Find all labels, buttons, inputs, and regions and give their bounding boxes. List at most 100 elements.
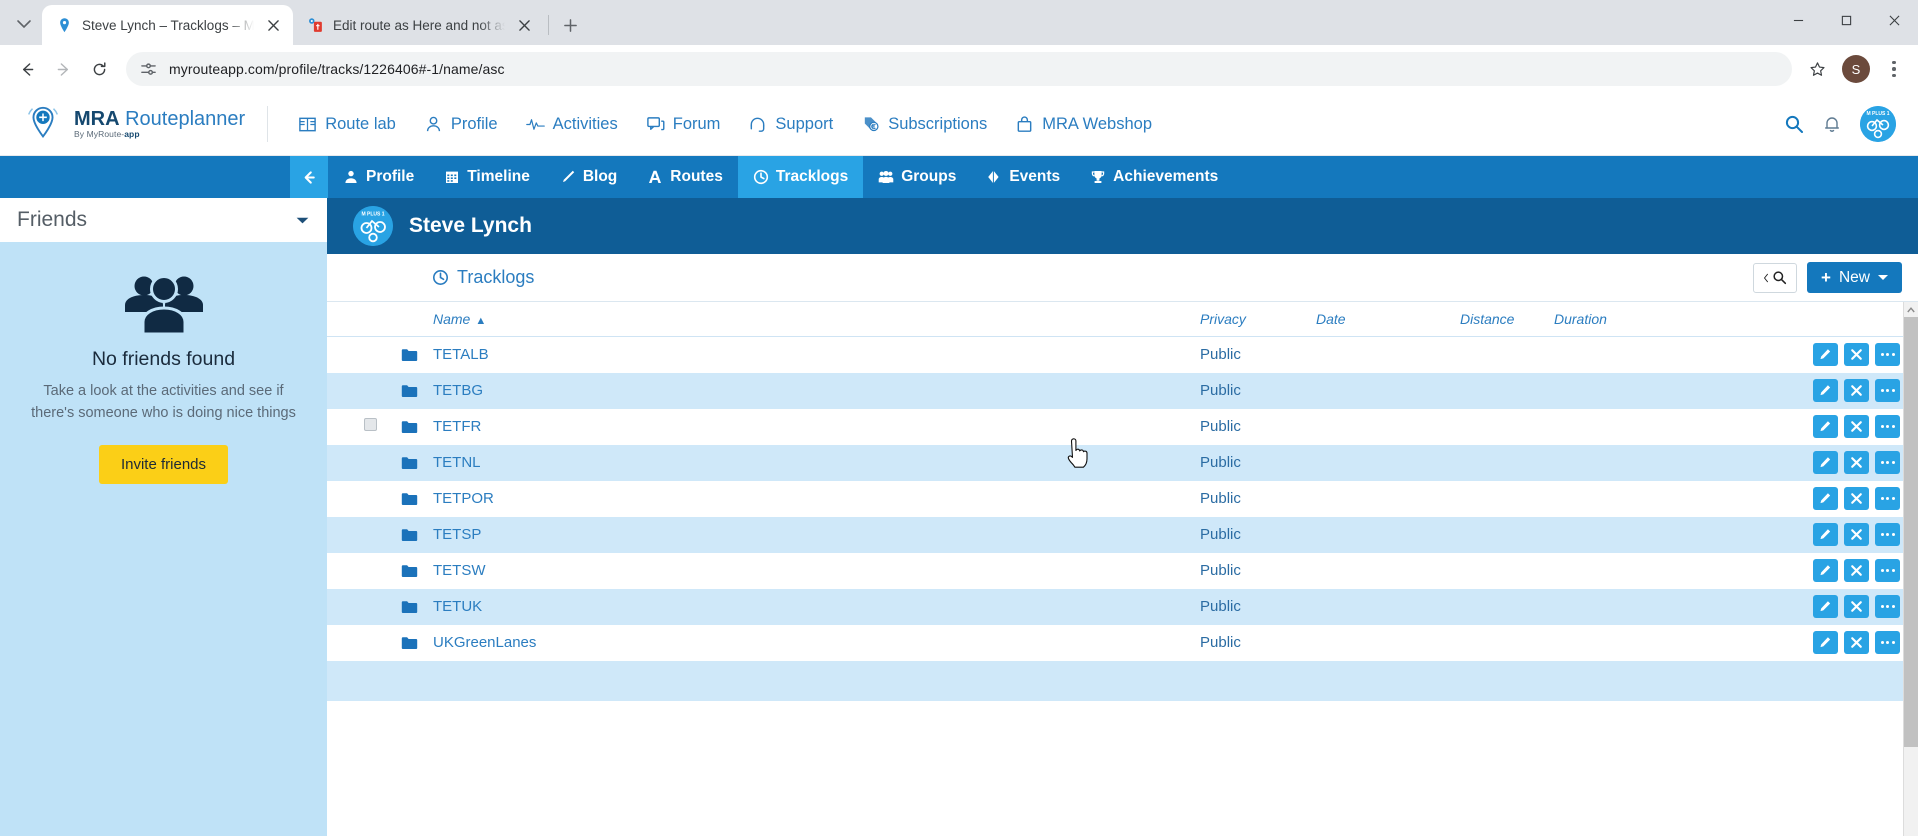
reload-button[interactable] bbox=[82, 52, 116, 86]
delete-row-button[interactable] bbox=[1844, 487, 1869, 510]
nav-item-activities[interactable]: Activities bbox=[512, 115, 632, 134]
bell-icon[interactable] bbox=[1822, 114, 1842, 134]
column-header-distance[interactable]: Distance bbox=[1460, 302, 1554, 337]
tracklog-name-link[interactable]: TETPOR bbox=[433, 490, 494, 507]
row-name-cell[interactable]: TETFR bbox=[433, 409, 1200, 445]
tracklog-name-link[interactable]: TETSW bbox=[433, 562, 486, 579]
sidebar-collapse-button[interactable] bbox=[290, 156, 328, 198]
nav-item-support[interactable]: Support bbox=[734, 115, 847, 134]
subnav-tab-profile[interactable]: Profile bbox=[328, 156, 429, 198]
row-name-cell[interactable]: TETNL bbox=[433, 445, 1200, 481]
row-name-cell[interactable]: TETUK bbox=[433, 589, 1200, 625]
tracklog-name-link[interactable]: TETUK bbox=[433, 598, 482, 615]
row-checkbox[interactable] bbox=[364, 418, 377, 431]
edit-row-button[interactable] bbox=[1813, 415, 1838, 438]
delete-row-button[interactable] bbox=[1844, 559, 1869, 582]
browser-tab-active[interactable]: Steve Lynch – Tracklogs – MyRo bbox=[42, 5, 293, 45]
more-actions-button[interactable] bbox=[1875, 451, 1900, 474]
tab-search-button[interactable] bbox=[6, 7, 42, 41]
more-actions-button[interactable] bbox=[1875, 343, 1900, 367]
scroll-up-button[interactable] bbox=[1904, 302, 1918, 317]
delete-row-button[interactable] bbox=[1844, 415, 1869, 438]
more-actions-button[interactable] bbox=[1875, 523, 1900, 546]
edit-row-button[interactable] bbox=[1813, 595, 1838, 618]
tracklog-name-link[interactable]: TETFR bbox=[433, 418, 481, 435]
edit-row-button[interactable] bbox=[1813, 523, 1838, 546]
row-name-cell[interactable]: TETALB bbox=[433, 337, 1200, 373]
maximize-button[interactable] bbox=[1822, 0, 1870, 40]
subnav-tab-tracklogs[interactable]: Tracklogs bbox=[737, 156, 864, 198]
edit-row-button[interactable] bbox=[1813, 487, 1838, 510]
edit-row-button[interactable] bbox=[1813, 451, 1838, 474]
user-avatar[interactable]: M PLUS 1 bbox=[1860, 106, 1896, 142]
close-icon[interactable] bbox=[263, 15, 283, 35]
table-row[interactable]: TETUK Public bbox=[327, 588, 1918, 625]
close-window-button[interactable] bbox=[1870, 0, 1918, 40]
more-actions-button[interactable] bbox=[1875, 631, 1900, 654]
tracklog-name-link[interactable]: UKGreenLanes bbox=[433, 634, 536, 651]
subnav-tab-groups[interactable]: Groups bbox=[863, 156, 971, 198]
row-checkbox-cell[interactable] bbox=[327, 481, 401, 517]
nav-item-profile[interactable]: Profile bbox=[410, 115, 512, 134]
browser-menu-button[interactable] bbox=[1880, 54, 1908, 84]
row-name-cell[interactable]: UKGreenLanes bbox=[433, 625, 1200, 661]
nav-item-subscriptions[interactable]: Subscriptions bbox=[847, 115, 1001, 134]
vertical-scrollbar[interactable] bbox=[1903, 302, 1918, 836]
more-actions-button[interactable] bbox=[1875, 415, 1900, 438]
site-logo[interactable]: MRA Routeplanner By MyRoute-app bbox=[22, 103, 245, 145]
delete-row-button[interactable] bbox=[1844, 523, 1869, 546]
edit-row-button[interactable] bbox=[1813, 631, 1838, 654]
delete-row-button[interactable] bbox=[1844, 451, 1869, 474]
subnav-tab-achievements[interactable]: Achievements bbox=[1075, 156, 1233, 198]
nav-item-mra-webshop[interactable]: MRA Webshop bbox=[1001, 115, 1166, 134]
column-header-date[interactable]: Date bbox=[1316, 302, 1460, 337]
edit-row-button[interactable] bbox=[1813, 379, 1838, 402]
nav-item-forum[interactable]: Forum bbox=[632, 115, 735, 134]
browser-profile-avatar[interactable]: S bbox=[1842, 55, 1870, 83]
subnav-tab-routes[interactable]: Routes bbox=[632, 156, 738, 198]
back-button[interactable] bbox=[10, 52, 44, 86]
search-toggle-button[interactable] bbox=[1753, 262, 1798, 293]
invite-friends-button[interactable]: Invite friends bbox=[98, 444, 229, 484]
more-actions-button[interactable] bbox=[1875, 595, 1900, 618]
forward-button[interactable] bbox=[46, 52, 80, 86]
scrollbar-thumb[interactable] bbox=[1904, 317, 1918, 747]
tracklog-name-link[interactable]: TETBG bbox=[433, 382, 483, 399]
more-actions-button[interactable] bbox=[1875, 487, 1900, 510]
site-settings-icon[interactable] bbox=[140, 61, 157, 78]
tracklog-name-link[interactable]: TETNL bbox=[433, 454, 481, 471]
row-name-cell[interactable]: TETBG bbox=[433, 373, 1200, 409]
column-header-duration[interactable]: Duration bbox=[1554, 302, 1790, 337]
subnav-tab-timeline[interactable]: Timeline bbox=[429, 156, 545, 198]
browser-tab-2[interactable]: Edit route as Here and not as To bbox=[293, 5, 544, 45]
new-tab-button[interactable] bbox=[555, 10, 585, 40]
subnav-tab-events[interactable]: Events bbox=[971, 156, 1075, 198]
table-row[interactable]: TETPOR Public bbox=[327, 480, 1918, 517]
tracklog-name-link[interactable]: TETSP bbox=[433, 526, 481, 543]
table-row[interactable]: TETSP Public bbox=[327, 516, 1918, 553]
row-name-cell[interactable]: TETSP bbox=[433, 517, 1200, 553]
close-icon[interactable] bbox=[514, 15, 534, 35]
column-header-privacy[interactable]: Privacy bbox=[1200, 302, 1316, 337]
delete-row-button[interactable] bbox=[1844, 631, 1869, 654]
minimize-button[interactable] bbox=[1774, 0, 1822, 40]
table-row[interactable]: TETBG Public bbox=[327, 372, 1918, 409]
table-row[interactable]: TETALB Public bbox=[327, 336, 1918, 373]
table-row[interactable]: TETNL Public bbox=[327, 444, 1918, 481]
row-checkbox-cell[interactable] bbox=[327, 337, 401, 373]
nav-item-route-lab[interactable]: Route lab bbox=[284, 115, 410, 134]
new-button[interactable]: + New bbox=[1807, 262, 1902, 293]
subnav-tab-blog[interactable]: Blog bbox=[545, 156, 632, 198]
delete-row-button[interactable] bbox=[1844, 343, 1869, 367]
tracklog-name-link[interactable]: TETALB bbox=[433, 346, 489, 363]
table-row[interactable]: TETSW Public bbox=[327, 552, 1918, 589]
row-checkbox-cell[interactable] bbox=[327, 625, 401, 661]
row-checkbox-cell[interactable] bbox=[327, 553, 401, 589]
column-header-name[interactable]: Name ▲ bbox=[433, 302, 1200, 337]
row-checkbox-cell[interactable] bbox=[327, 445, 401, 481]
delete-row-button[interactable] bbox=[1844, 379, 1869, 402]
table-row[interactable]: TETFR Public bbox=[327, 408, 1918, 445]
more-actions-button[interactable] bbox=[1875, 379, 1900, 402]
row-checkbox-cell[interactable] bbox=[327, 373, 401, 409]
more-actions-button[interactable] bbox=[1875, 559, 1900, 582]
